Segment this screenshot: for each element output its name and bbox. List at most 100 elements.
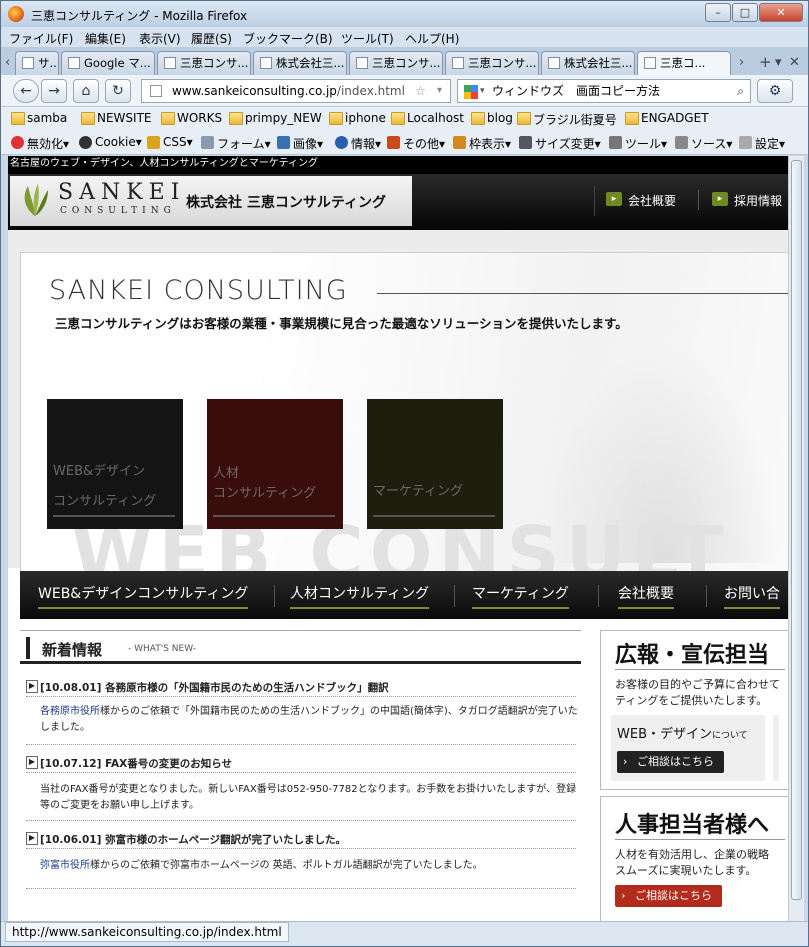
dev-css[interactable]: CSS▾ [147,135,193,149]
card-underline [213,515,335,517]
bookmark-blog[interactable]: blog [471,111,513,125]
bookmark-primpy-new[interactable]: primpy_NEW [229,111,322,125]
hero-subtitle: 三恵コンサルティングはお客様の業種・事業規模に見合った最適なソリューションを提供… [55,316,628,331]
home-icon[interactable]: ⌂ [73,79,99,103]
menu-tools[interactable]: ツール(T) [341,30,394,47]
service-card-marketing[interactable]: マーケティング [367,399,503,529]
tab[interactable]: 三恵コンサ... [157,51,251,75]
promo-rule [615,839,785,840]
bookmark-works[interactable]: WORKS [161,111,222,125]
minimize-button[interactable]: – [705,3,731,22]
menu-bar: ファイル(F) 編集(E) 表示(V) 履歴(S) ブックマーク(B) ツール(… [1,27,808,47]
dev-images[interactable]: 画像▾ [277,135,323,152]
news-link[interactable]: 各務原市役所 [40,706,100,717]
news-item-body: 弥富市役所様からのご依頼で弥富市ホームページの 英語、ポルトガル語翻訳が完了いた… [40,858,580,874]
tab[interactable]: サ... [15,51,59,75]
dev-info[interactable]: 情報▾ [335,135,381,152]
tab-bar: ‹ サ... Google マ... 三恵コンサ... 株式会社三... 三恵コ… [1,47,808,76]
site-header: SANKEI CONSULTING 株式会社 三恵コンサルティング 会社概要 採… [8,174,788,230]
tab[interactable]: 三恵コンサ... [349,51,443,75]
back-arrow-icon[interactable]: ← [13,79,39,103]
news-item-title[interactable]: [10.06.01] 弥富市様のホームページ翻訳が完了いたしました。 [26,832,346,847]
dev-forms[interactable]: フォーム▾ [201,135,271,152]
tab-scroll-left-icon[interactable]: ‹ [5,55,10,70]
forward-arrow-icon[interactable]: → [41,79,67,103]
dev-source[interactable]: ソース▾ [675,135,732,152]
browser-window: 三恵コンサルティング - Mozilla Firefox – □ ✕ ファイル(… [0,0,809,947]
new-tab-icon[interactable]: + [759,53,772,71]
maximize-button[interactable]: □ [732,3,758,22]
close-button[interactable]: ✕ [759,3,803,22]
consult-button[interactable]: ご相談はこちら [617,751,724,773]
dev-outline[interactable]: 枠表示▾ [453,135,511,152]
dev-disable[interactable]: 無効化▾ [11,135,69,152]
resize-icon [519,136,532,149]
header-divider [698,190,699,210]
dev-label: フォーム▾ [217,137,271,151]
dev-cookie[interactable]: Cookie▾ [79,135,142,149]
dev-resize[interactable]: サイズ変更▾ [519,135,601,152]
search-bar[interactable]: ▾ ウィンドウズ 画面コピー方法 ⌕ [457,79,751,103]
header-nav-company[interactable]: 会社概要 [606,192,676,209]
bookmark-star-icon[interactable]: ☆ [415,80,426,102]
site-logo[interactable]: SANKEI CONSULTING 株式会社 三恵コンサルティング [10,176,412,226]
source-icon [675,136,688,149]
tab[interactable]: 三恵コンサ... [445,51,539,75]
news-item-title[interactable]: [10.07.12] FAX番号の変更のお知らせ [26,756,232,771]
consult-button[interactable]: ご相談はこちら [615,885,722,907]
url-bar[interactable]: www.sankeiconsulting.co.jp/index.html ☆ … [141,79,451,103]
tagline-strip: 名古屋のウェブ・デザイン、人材コンサルティングとマーケティング [8,156,788,174]
tab[interactable]: 株式会社三... [541,51,635,75]
addon-icon[interactable]: ⚙ [757,79,793,103]
nav-separator [706,585,707,607]
nav-hr[interactable]: 人材コンサルティング [290,583,430,609]
news-item-title[interactable]: [10.08.01] 各務原市様の「外国籍市民のための生活ハンドブック」翻訳 [26,680,389,695]
dev-settings[interactable]: 設定▾ [739,135,785,152]
tab-close-icon[interactable]: ✕ [789,55,800,70]
dev-misc[interactable]: その他▾ [387,135,445,152]
news-header: 新着情報 - WHAT'S NEW- [20,630,581,664]
tab-active[interactable]: 三恵コ... [637,51,731,76]
dev-label: サイズ変更▾ [535,137,601,151]
card-label: コンサルティング [53,494,157,509]
tab-list-icon[interactable]: ▾ [775,55,782,70]
news-link[interactable]: 弥富市役所 [40,860,90,871]
service-card-hr[interactable]: 人材 コンサルティング [207,399,343,529]
bookmarks-toolbar: samba NEWSITE WORKS primpy_NEW iphone Lo… [1,107,808,131]
dev-label: 枠表示▾ [469,137,512,151]
menu-view[interactable]: 表示(V) [139,30,181,47]
url-dropdown-icon[interactable]: ▾ [437,80,442,102]
tab[interactable]: Google マ... [61,51,155,75]
tab-scroll-right-icon[interactable]: › [739,55,744,70]
bookmark-engadget[interactable]: ENGADGET [625,111,709,125]
scrollbar-thumb[interactable] [791,160,802,900]
menu-help[interactable]: ヘルプ(H) [405,30,459,47]
engine-dropdown-icon[interactable]: ▾ [480,80,485,102]
menu-edit[interactable]: 編集(E) [85,30,126,47]
bookmark-iphone[interactable]: iphone [329,111,386,125]
google-engine-icon[interactable] [464,85,478,99]
menu-history[interactable]: 履歴(S) [191,30,232,47]
promo-label-main: WEB・デザイン [617,727,712,742]
bookmark-newsite[interactable]: NEWSITE [81,111,152,125]
menu-bookmarks[interactable]: ブックマーク(B) [243,30,333,47]
bookmark-localhost[interactable]: Localhost [391,111,464,125]
tab[interactable]: 株式会社三... [253,51,347,75]
nav-marketing[interactable]: マーケティング [472,583,569,609]
search-icon[interactable]: ⌕ [737,80,744,102]
dev-tools[interactable]: ツール▾ [609,135,667,152]
bookmark-brazil[interactable]: ブラジル街夏号 [517,111,617,128]
site-identity-icon[interactable] [150,85,162,97]
bookmark-samba[interactable]: samba [11,111,67,125]
service-card-web[interactable]: WEB&デザイン コンサルティング [47,399,183,529]
vertical-scrollbar[interactable] [788,156,804,921]
header-nav-recruit[interactable]: 採用情報 [712,192,782,209]
menu-file[interactable]: ファイル(F) [9,30,73,47]
nav-web-design[interactable]: WEB&デザインコンサルティング [38,583,249,609]
search-input[interactable]: ウィンドウズ 画面コピー方法 [492,84,660,98]
news-text: 様からのご依頼で弥富市ホームページの 英語、ポルトガル語翻訳が完了いたしました。 [90,860,483,871]
nav-company[interactable]: 会社概要 [618,583,674,609]
reload-icon[interactable]: ↻ [105,79,131,103]
url-path: /index.html [336,84,405,98]
nav-contact[interactable]: お問い合 [724,583,780,609]
